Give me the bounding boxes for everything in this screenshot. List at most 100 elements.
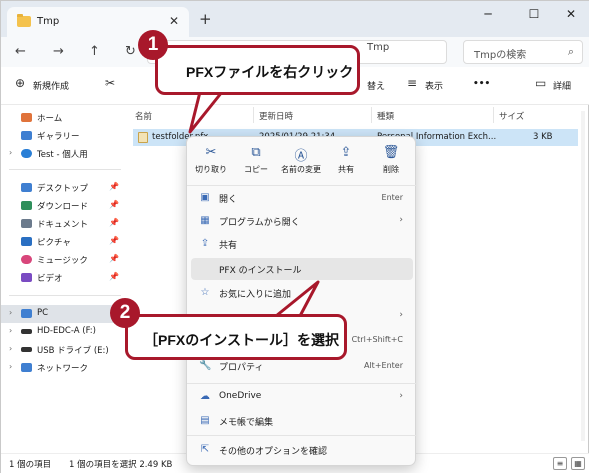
menu-item-share[interactable]: ⇪ 共有 bbox=[191, 233, 413, 255]
home-icon bbox=[21, 113, 32, 122]
sidebar-item-home[interactable]: ホーム bbox=[1, 109, 127, 127]
column-header-size[interactable]: サイズ bbox=[499, 110, 524, 122]
minimize-button[interactable]: ─ bbox=[473, 7, 503, 21]
callout-step1: PFXファイルを右クリック bbox=[155, 45, 360, 95]
details-icon: ▭ bbox=[535, 76, 547, 90]
new-button[interactable]: 新規作成 bbox=[33, 79, 69, 92]
drive-icon bbox=[21, 329, 32, 334]
copy-label: コピー bbox=[244, 165, 268, 174]
sidebar-item-label: ネットワーク bbox=[37, 364, 89, 374]
pin-icon: 📌 bbox=[109, 182, 119, 191]
chevron-right-icon: › bbox=[399, 391, 403, 401]
sidebar-item-label: ビデオ bbox=[37, 274, 63, 284]
copy-icon: ⧉ bbox=[251, 145, 261, 160]
trash-icon: 🗑 bbox=[382, 145, 400, 160]
star-icon: ☆ bbox=[200, 287, 210, 298]
sidebar-item-pc[interactable]: › PC bbox=[1, 305, 127, 323]
menu-item-open-with[interactable]: ▦ プログラムから開く › bbox=[191, 210, 413, 232]
scrollbar[interactable] bbox=[581, 111, 585, 441]
sidebar-item-label: デスクトップ bbox=[37, 184, 89, 194]
view-button[interactable]: 表示 bbox=[425, 79, 443, 92]
sidebar-item-label: Test - 個人用 bbox=[37, 150, 88, 160]
column-divider[interactable] bbox=[493, 107, 494, 123]
apps-icon: ▦ bbox=[200, 215, 210, 226]
chevron-right-icon[interactable]: › bbox=[9, 148, 12, 157]
pin-icon: 📌 bbox=[109, 218, 119, 227]
sidebar-item-desktop[interactable]: デスクトップ 📌 bbox=[1, 179, 127, 197]
sidebar-item-drive-f[interactable]: › HD-EDC-A (F:) bbox=[1, 323, 127, 341]
share-icon: ⇪ bbox=[340, 145, 352, 160]
sidebar-item-onedrive[interactable]: › Test - 個人用 bbox=[1, 145, 127, 163]
column-header-name[interactable]: 名前 bbox=[135, 110, 152, 122]
tab-close-button[interactable]: ✕ bbox=[169, 14, 179, 28]
up-button[interactable]: ↑ bbox=[89, 44, 100, 59]
more-button[interactable]: ••• bbox=[473, 79, 490, 89]
column-header-date[interactable]: 更新日時 bbox=[259, 110, 293, 122]
chevron-right-icon[interactable]: › bbox=[9, 308, 12, 317]
folder-icon bbox=[17, 14, 31, 27]
maximize-button[interactable]: ☐ bbox=[519, 7, 549, 21]
sidebar-item-usb-e[interactable]: › USB ドライブ (E:) bbox=[1, 341, 127, 359]
cut-icon[interactable]: ✂ bbox=[105, 76, 115, 90]
menu-item-onedrive[interactable]: ☁ OneDrive › bbox=[191, 386, 413, 408]
menu-item-add-favorite[interactable]: ☆ お気に入りに追加 bbox=[191, 282, 413, 304]
rename-button[interactable]: Ⓐ 名前の変更 bbox=[279, 141, 323, 183]
refresh-button[interactable]: ↻ bbox=[125, 44, 136, 59]
close-button[interactable]: ✕ bbox=[556, 7, 586, 21]
menu-separator bbox=[187, 185, 417, 186]
search-icon: ⌕ bbox=[567, 45, 574, 58]
details-button[interactable]: 詳細 bbox=[553, 79, 571, 92]
sort-button[interactable]: 替え bbox=[367, 79, 385, 92]
menu-shortcut: Alt+Enter bbox=[363, 361, 403, 370]
column-divider[interactable] bbox=[371, 107, 372, 123]
pc-icon bbox=[21, 309, 32, 318]
sidebar-item-network[interactable]: › ネットワーク bbox=[1, 359, 127, 377]
search-input[interactable]: Tmpの検索 ⌕ bbox=[463, 40, 583, 64]
column-divider[interactable] bbox=[253, 107, 254, 123]
sidebar-item-label: ギャラリー bbox=[37, 132, 80, 142]
menu-item-edit-notepad[interactable]: ▤ メモ帳で編集 bbox=[191, 410, 413, 432]
menu-item-open[interactable]: ▣ 開く Enter bbox=[191, 187, 413, 209]
sidebar-divider bbox=[9, 295, 121, 296]
menu-item-install-pfx[interactable]: PFX のインストール bbox=[191, 258, 413, 280]
document-icon bbox=[21, 219, 32, 228]
pin-icon: 📌 bbox=[109, 236, 119, 245]
new-tab-button[interactable]: + bbox=[199, 10, 212, 28]
gallery-icon bbox=[21, 131, 32, 140]
sidebar-item-label: ダウンロード bbox=[37, 202, 89, 212]
cut-button[interactable]: ✂ 切り取り bbox=[189, 141, 233, 183]
chevron-right-icon[interactable]: › bbox=[9, 344, 12, 353]
share-label: 共有 bbox=[338, 165, 354, 174]
menu-item-more-options[interactable]: ⇱ その他のオプションを確認 bbox=[191, 439, 413, 461]
breadcrumb-current[interactable]: Tmp bbox=[367, 42, 389, 53]
menu-item-label: プログラムから開く bbox=[219, 218, 300, 228]
pin-icon: 📌 bbox=[109, 272, 119, 281]
scissors-icon: ✂ bbox=[205, 145, 217, 160]
copy-button[interactable]: ⧉ コピー bbox=[234, 141, 278, 183]
sidebar-item-music[interactable]: ミュージック 📌 bbox=[1, 251, 127, 269]
delete-button[interactable]: 🗑 削除 bbox=[369, 141, 413, 183]
sidebar-item-pictures[interactable]: ピクチャ 📌 bbox=[1, 233, 127, 251]
column-header-type[interactable]: 種類 bbox=[377, 110, 394, 122]
sidebar-item-gallery[interactable]: ギャラリー bbox=[1, 127, 127, 145]
install-icon bbox=[199, 263, 211, 275]
menu-item-label: PFX のインストール bbox=[219, 266, 302, 276]
video-icon bbox=[21, 273, 32, 282]
sidebar-item-label: ドキュメント bbox=[37, 220, 89, 230]
back-button[interactable]: ← bbox=[15, 44, 26, 59]
menu-shortcut: Enter bbox=[381, 193, 403, 202]
chevron-right-icon[interactable]: › bbox=[9, 326, 12, 335]
chevron-right-icon[interactable]: › bbox=[9, 362, 12, 371]
forward-button[interactable]: → bbox=[53, 44, 64, 59]
context-menu-actions: ✂ 切り取り ⧉ コピー Ⓐ 名前の変更 ⇪ 共有 🗑 削除 bbox=[187, 141, 417, 183]
callout-step2: ［PFXのインストール］を選択 bbox=[125, 314, 347, 360]
tiles-view-button[interactable]: ▦ bbox=[571, 457, 585, 470]
search-placeholder: Tmpの検索 bbox=[474, 50, 527, 61]
download-icon bbox=[21, 201, 32, 210]
sidebar-item-videos[interactable]: ビデオ 📌 bbox=[1, 269, 127, 287]
sidebar-item-downloads[interactable]: ダウンロード 📌 bbox=[1, 197, 127, 215]
sidebar-item-documents[interactable]: ドキュメント 📌 bbox=[1, 215, 127, 233]
details-view-button[interactable]: ≡ bbox=[553, 457, 567, 470]
share-button[interactable]: ⇪ 共有 bbox=[324, 141, 368, 183]
sidebar-item-label: ホーム bbox=[37, 114, 63, 124]
